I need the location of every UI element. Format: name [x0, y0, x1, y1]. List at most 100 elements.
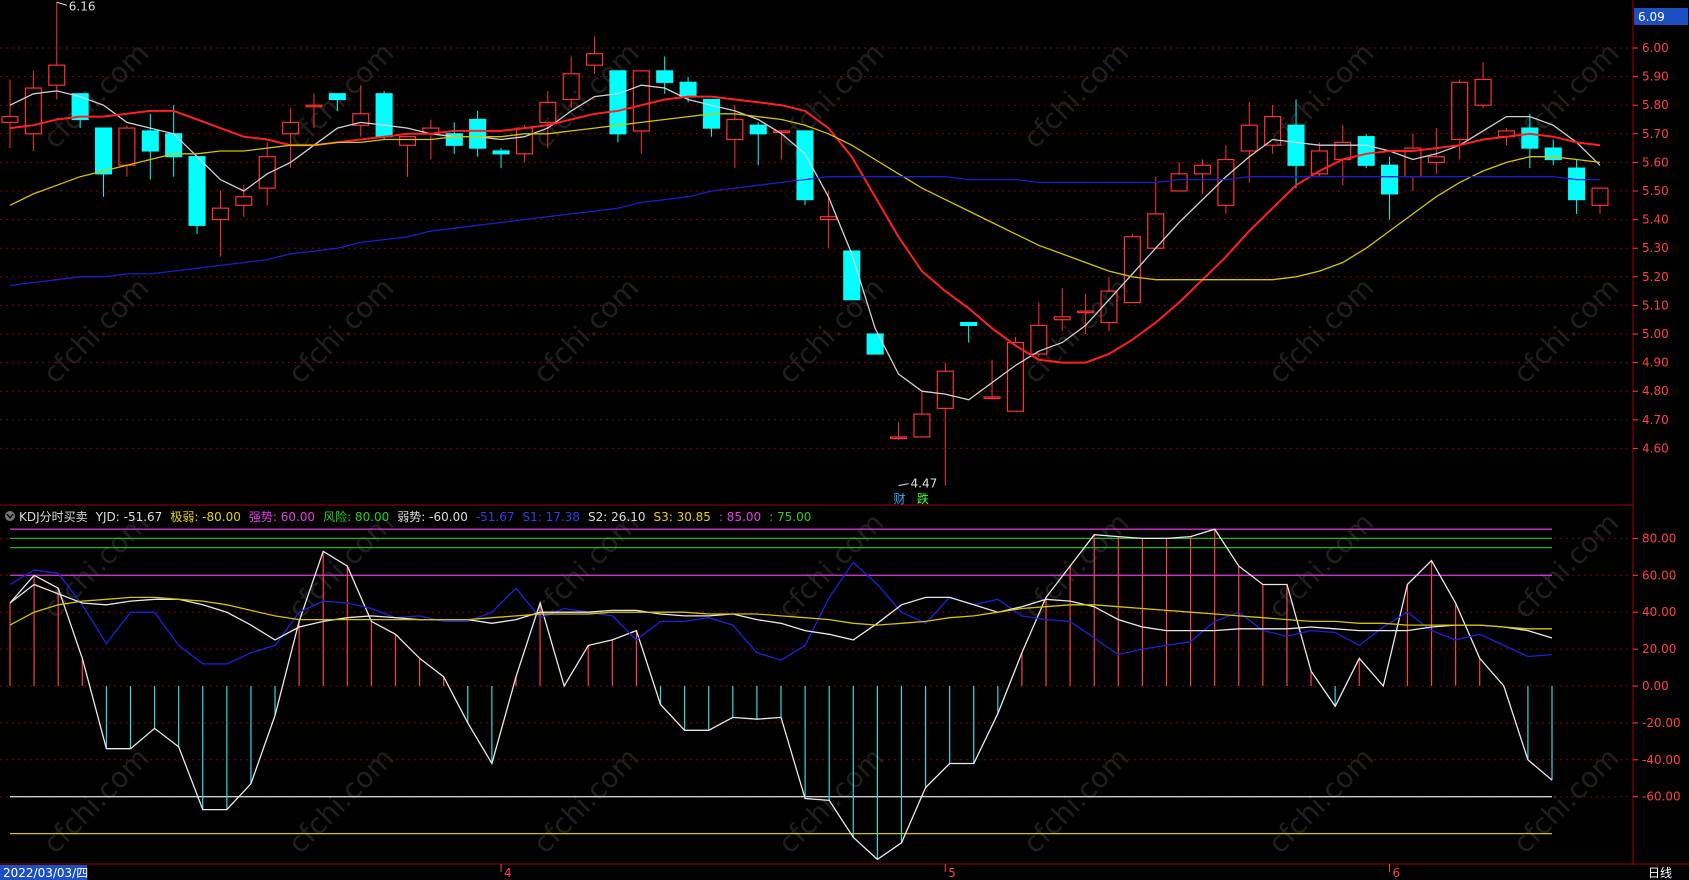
- candle: [609, 70, 627, 143]
- candle: [398, 136, 417, 177]
- event-marker: 跌: [917, 491, 929, 506]
- watermark-text: cfchi.com: [1507, 271, 1626, 390]
- candle: [960, 321, 978, 343]
- candle: [235, 185, 253, 217]
- date-axis: 4 5 6: [500, 864, 1400, 880]
- candle: [843, 250, 861, 301]
- candle: [983, 359, 1001, 400]
- period-label[interactable]: 日线: [1648, 866, 1672, 880]
- candle-body: [936, 370, 954, 409]
- legend-item: 强势: 60.00: [249, 510, 315, 524]
- candle-body: [749, 124, 767, 135]
- candle-body: [492, 150, 510, 155]
- candle-body: [469, 118, 487, 149]
- candle: [1474, 62, 1492, 109]
- indicator-tick-label: 40.00: [1642, 605, 1676, 619]
- candle: [188, 156, 206, 234]
- candle: [1357, 133, 1375, 169]
- watermark-text: cfchi.com: [772, 506, 891, 625]
- legend-item: KDJ分时买卖: [19, 510, 88, 524]
- price-tick-label: 5.00: [1642, 327, 1669, 341]
- candle-body: [1240, 124, 1258, 152]
- price-tick-label: 5.50: [1642, 184, 1669, 198]
- legend-item: : 85.00: [719, 510, 761, 524]
- legend-item: 弱势: -60.00: [397, 510, 468, 524]
- event-marker: 财: [894, 492, 906, 506]
- candle: [1381, 156, 1399, 220]
- candle-body: [235, 196, 253, 206]
- price-tick-label: 5.80: [1642, 98, 1669, 112]
- candle: [24, 70, 42, 151]
- candle-body: [141, 130, 159, 152]
- price-tick-label: 4.90: [1642, 356, 1669, 370]
- candle: [936, 362, 954, 486]
- price-tick-label: 4.80: [1642, 384, 1669, 398]
- candle-body: [656, 70, 674, 83]
- watermark-text: cfchi.com: [37, 271, 156, 390]
- candle-body: [211, 207, 229, 221]
- indicator-tick-label: -60.00: [1642, 790, 1681, 804]
- price-tick-label: 6.00: [1642, 41, 1669, 55]
- candle: [375, 90, 393, 140]
- candle-body: [1568, 167, 1586, 201]
- price-tick-label: 5.90: [1642, 70, 1669, 84]
- candle: [1404, 133, 1422, 191]
- legend-item: YJD: -51.67: [95, 510, 163, 524]
- watermark-text: cfchi.com: [1017, 271, 1136, 390]
- candle-body: [866, 333, 884, 355]
- last-price-label: 6.09: [1638, 10, 1665, 24]
- stock-chart[interactable]: cfchi.com cfchi.com cfchi.com cfchi.com cfch…: [0, 0, 1689, 880]
- candle-body: [1591, 187, 1609, 206]
- indicator-axis: 80.00 60.00 40.00 20.00 0.00 -20.00 -40.00 -60.…: [1633, 531, 1681, 804]
- high-pointer: [56, 1, 67, 6]
- indicator-tick-label: 60.00: [1642, 568, 1676, 582]
- indicator-tick-label: -40.00: [1642, 753, 1681, 767]
- candle-body: [1404, 147, 1422, 178]
- price-tick-label: 5.60: [1642, 155, 1669, 169]
- candle-body: [398, 136, 417, 146]
- price-tick-label: 5.30: [1642, 241, 1669, 255]
- candle: [445, 122, 463, 154]
- watermark-text: cfchi.com: [772, 271, 891, 390]
- price-axis: 6.00 5.90 5.80 5.70 5.60 5.50 5.40 5.30 5.20 5.10…: [1633, 41, 1669, 455]
- indicator-menu-icon[interactable]: [5, 511, 15, 521]
- candle: [889, 422, 908, 440]
- watermark-text: cfchi.com: [1262, 271, 1381, 390]
- candle-body: [258, 156, 276, 189]
- candle-body: [1381, 164, 1399, 195]
- legend-item: : 75.00: [769, 510, 811, 524]
- indicator-tick-label: 20.00: [1642, 642, 1676, 656]
- candle: [1568, 159, 1586, 214]
- candle-body: [913, 413, 931, 438]
- candle-body: [1193, 164, 1212, 175]
- candle-body: [1006, 341, 1024, 412]
- candle: [632, 70, 650, 154]
- candle-body: [94, 127, 113, 175]
- indicator-legend-text: KDJ分时买卖 YJD: -51.67 极弱: -80.00 强势: 60.00 风险:…: [19, 509, 811, 524]
- candle-body: [1427, 156, 1445, 163]
- candle-body: [1287, 124, 1305, 166]
- watermark-text: cfchi.com: [1262, 741, 1381, 860]
- legend-item: -51.67: [476, 510, 515, 524]
- indicator-tick-label: -20.00: [1642, 716, 1681, 730]
- price-tick-label: 5.40: [1642, 213, 1669, 227]
- watermark-text: cfchi.com: [772, 36, 891, 155]
- high-price-label: 6.16: [69, 0, 96, 13]
- candle: [819, 191, 837, 249]
- legend-item: S1: 17.38: [523, 510, 580, 524]
- watermark-text: cfchi.com: [527, 506, 646, 625]
- candle: [796, 130, 814, 206]
- month-label: 5: [948, 866, 956, 880]
- candle: [48, 2, 66, 100]
- candle-body: [726, 118, 744, 141]
- candle: [1240, 102, 1258, 183]
- candle-body: [1474, 78, 1492, 106]
- candle: [1427, 128, 1445, 174]
- current-date-label: 2022/03/03/四: [3, 866, 88, 880]
- watermark-text: cfchi.com: [37, 741, 156, 860]
- candle: [165, 105, 183, 177]
- candle: [118, 125, 136, 177]
- candle-body: [1451, 81, 1469, 141]
- candle: [749, 122, 767, 166]
- candle: [141, 113, 159, 180]
